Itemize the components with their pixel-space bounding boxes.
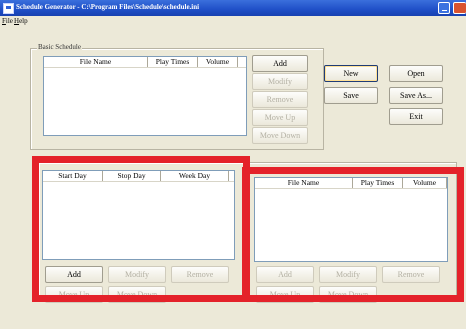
menu-file[interactable]: File: [2, 17, 13, 25]
basic-move-up-button[interactable]: Move Up: [252, 109, 308, 126]
title-bar[interactable]: Schedule Generator - C:\Program Files\Sc…: [0, 0, 466, 16]
window-title: Schedule Generator - C:\Program Files\Sc…: [16, 3, 200, 11]
col-volume[interactable]: Volume: [198, 57, 238, 67]
app-icon: [3, 3, 14, 14]
schedule-generator-window: Schedule Generator - C:\Program Files\Sc…: [0, 0, 466, 329]
save-as-button[interactable]: Save As...: [389, 87, 443, 104]
col-play-times[interactable]: Play Times: [148, 57, 198, 67]
col-file-name[interactable]: File Name: [44, 57, 148, 67]
new-button[interactable]: New: [324, 65, 378, 82]
basic-add-button[interactable]: Add: [252, 55, 308, 72]
menu-help[interactable]: Help: [14, 17, 28, 25]
basic-remove-button[interactable]: Remove: [252, 91, 308, 108]
basic-modify-button[interactable]: Modify: [252, 73, 308, 90]
exit-button[interactable]: Exit: [389, 108, 443, 125]
basic-schedule-list[interactable]: File Name Play Times Volume: [43, 56, 247, 136]
basic-schedule-label: Basic Schedule: [37, 43, 82, 51]
menu-file-label: ile: [5, 17, 13, 25]
menu-bar: File Help: [0, 16, 466, 27]
basic-move-down-button[interactable]: Move Down: [252, 127, 308, 144]
menu-help-label: elp: [19, 17, 28, 25]
minimize-button[interactable]: [438, 2, 450, 14]
highlight-box-day-list: [32, 156, 250, 302]
highlight-box-file-list: [242, 167, 464, 302]
open-button[interactable]: Open: [389, 65, 443, 82]
close-button[interactable]: [453, 2, 466, 14]
save-button[interactable]: Save: [324, 87, 378, 104]
